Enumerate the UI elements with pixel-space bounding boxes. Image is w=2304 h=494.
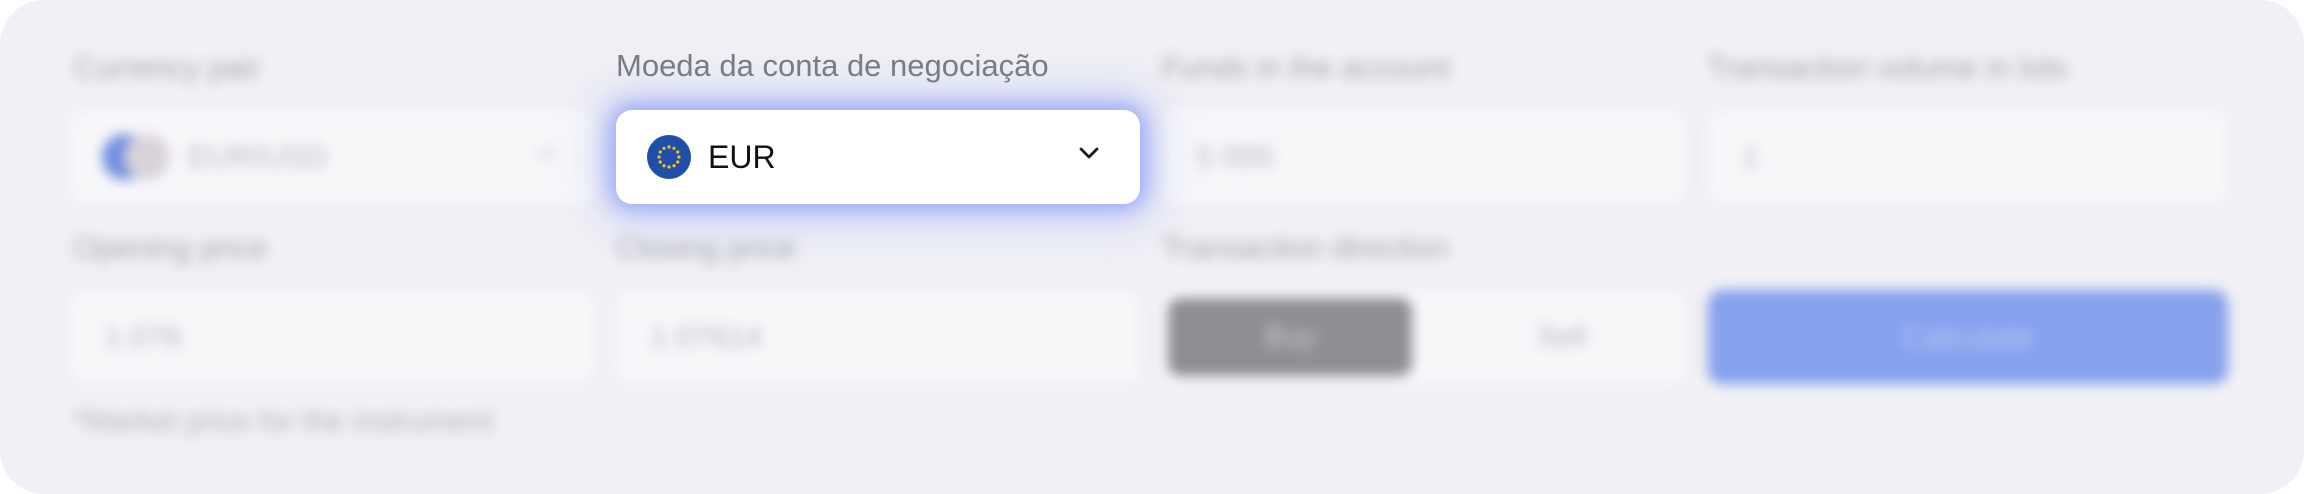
- opening-price-value: 1.076: [104, 319, 182, 354]
- currency-pair-icon: [102, 134, 170, 180]
- closing-price-label: Closing price: [616, 230, 796, 265]
- volume-label: Transaction volume in lots: [1708, 50, 2067, 85]
- direction-toggle: Buy Sell: [1162, 290, 1686, 384]
- eu-flag-icon: [647, 135, 691, 179]
- closing-price-value: 1.07614: [650, 319, 763, 354]
- calculate-button[interactable]: Calculate: [1708, 290, 2228, 384]
- chevron-down-icon: [538, 149, 554, 159]
- currency-pair-value: EUR/USD: [188, 139, 328, 174]
- funds-label: Funds in the account: [1162, 50, 1450, 85]
- opening-price-input[interactable]: 1.076: [70, 290, 594, 384]
- sell-button[interactable]: Sell: [1412, 298, 1712, 376]
- chevron-down-icon[interactable]: [1078, 146, 1100, 160]
- volume-value: 1: [1742, 139, 1760, 174]
- currency-pair-select[interactable]: EUR/USD: [70, 110, 594, 204]
- funds-value: 5 000: [1196, 139, 1274, 174]
- buy-button[interactable]: Buy: [1168, 298, 1412, 376]
- blurred-form-background: Currency pair Funds in the account Trans…: [0, 0, 2304, 494]
- direction-label: Transaction direction: [1162, 230, 1449, 265]
- opening-price-label: Opening price: [74, 230, 268, 265]
- currency-pair-label: Currency pair: [74, 50, 261, 85]
- market-price-hint: *Market price for the instrument: [74, 405, 493, 438]
- profit-calculator-panel: Currency pair Funds in the account Trans…: [0, 0, 2304, 494]
- closing-price-input[interactable]: 1.07614: [616, 290, 1140, 384]
- funds-input[interactable]: 5 000: [1162, 110, 1686, 204]
- volume-input[interactable]: 1: [1708, 110, 2228, 204]
- account-currency-value: EUR: [708, 139, 776, 175]
- account-currency-select[interactable]: EUR: [616, 110, 1140, 204]
- account-currency-label: Moeda da conta de negociação: [616, 48, 1049, 83]
